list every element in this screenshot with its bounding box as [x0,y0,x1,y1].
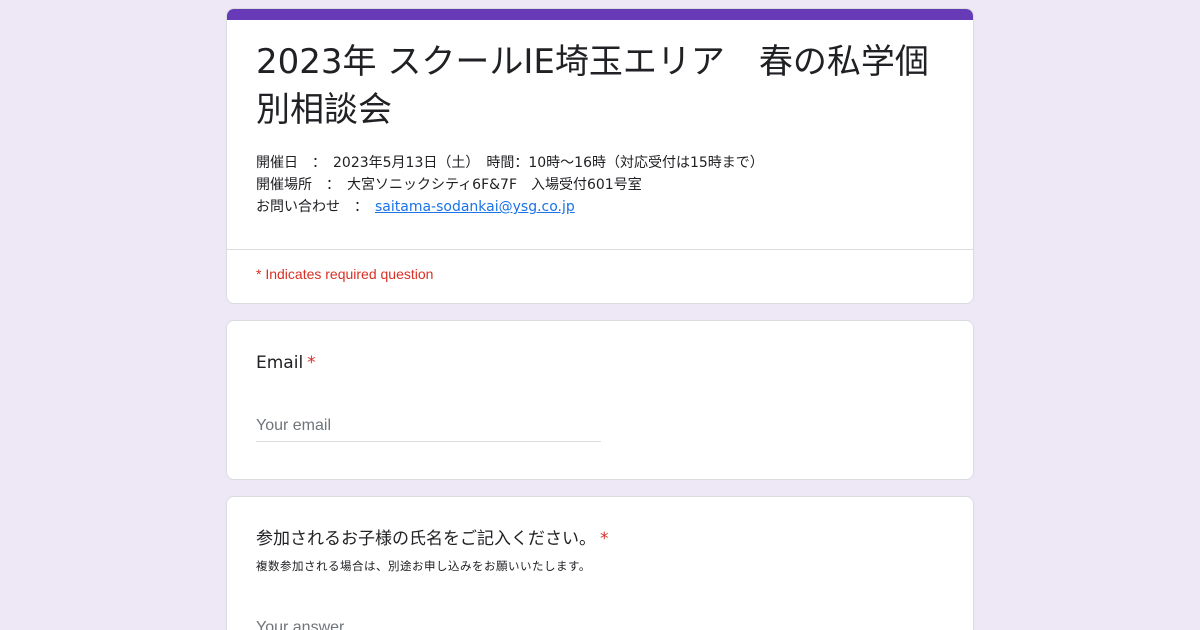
email-question-label: Email * [256,351,316,375]
email-label-text: Email [256,353,304,373]
child-name-input[interactable] [256,615,601,630]
required-question-note: * Indicates required question [256,266,434,282]
child-name-question-label: 参加されるお子様の氏名をご記入ください。 * [256,527,609,551]
contact-line: お問い合わせ ： saitama-sodankai@ysg.co.jp [256,196,764,218]
form-header-card: 2023年 スクールIE埼玉エリア 春の私学個別相談会 開催日 ： 2023年5… [226,8,974,304]
event-date-line: 開催日 ： 2023年5月13日（土） 時間：10時～16時（対応受付は15時ま… [256,155,764,171]
contact-label: お問い合わせ ： [256,199,375,215]
required-asterisk: * [600,529,609,549]
email-question-card: Email * [226,320,974,480]
header-divider [227,249,973,250]
email-input[interactable] [256,413,601,442]
child-name-help-text: 複数参加される場合は、別途お申し込みをお願いいたします。 [256,559,591,573]
form-description: 開催日 ： 2023年5月13日（土） 時間：10時～16時（対応受付は15時ま… [256,152,764,218]
theme-accent-bar [227,9,973,20]
event-venue-line: 開催場所 ： 大宮ソニックシティ6F&7F 入場受付601号室 [256,177,642,193]
form-title: 2023年 スクールIE埼玉エリア 春の私学個別相談会 [256,42,929,130]
child-name-question-card: 参加されるお子様の氏名をご記入ください。 * 複数参加される場合は、別途お申し込み… [226,496,974,630]
contact-email-link[interactable]: saitama-sodankai@ysg.co.jp [375,199,575,215]
required-asterisk: * [307,353,316,373]
form-page: 2023年 スクールIE埼玉エリア 春の私学個別相談会 開催日 ： 2023年5… [0,0,1200,630]
child-name-label-text: 参加されるお子様の氏名をご記入ください。 [256,529,596,549]
